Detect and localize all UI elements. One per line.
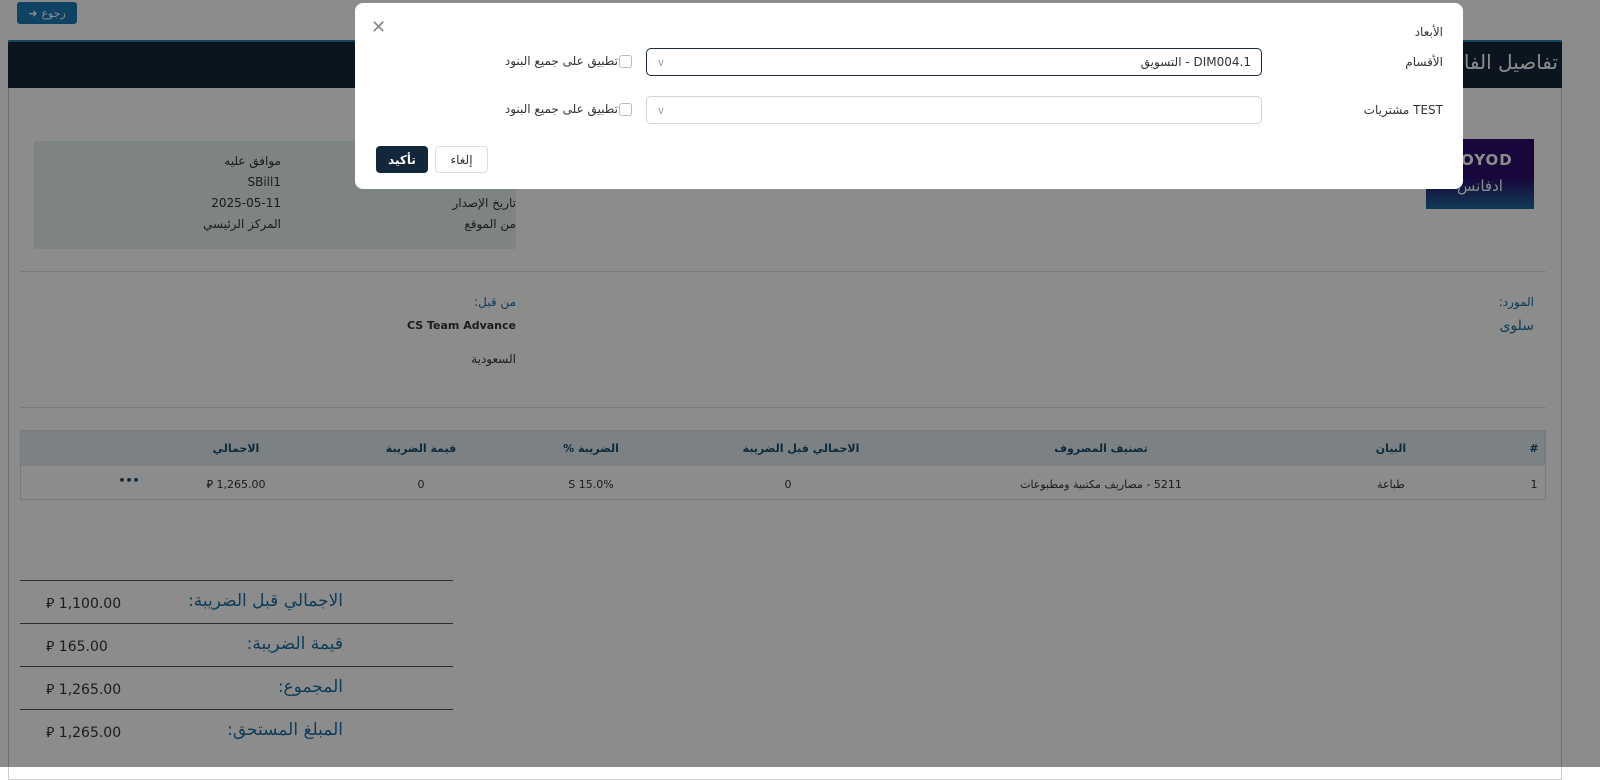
modal-title: الأبعاد [1414, 25, 1443, 39]
apply-all-label: تطبيق على جميع البنود [504, 102, 618, 116]
chevron-down-icon: ∨ [657, 103, 666, 117]
departments-label: الأقسام [1405, 55, 1443, 69]
apply-all-label: تطبيق على جميع البنود [504, 54, 618, 68]
test-purchases-label: TEST مشتريات [1363, 103, 1443, 117]
apply-all-checkbox-departments[interactable] [619, 55, 632, 68]
confirm-button[interactable]: تأكيد [376, 146, 428, 173]
dimensions-modal: الأبعاد ✕ الأقسام DIM004.1 - التسويق ∨ تط… [355, 3, 1463, 189]
close-icon[interactable]: ✕ [371, 17, 386, 38]
departments-value: DIM004.1 - التسويق [1140, 55, 1251, 69]
cancel-button[interactable]: إلغاء [435, 146, 488, 173]
chevron-down-icon: ∨ [657, 55, 666, 69]
test-purchases-select[interactable]: ∨ [646, 96, 1262, 124]
departments-select[interactable]: DIM004.1 - التسويق ∨ [646, 48, 1262, 76]
apply-all-checkbox-test[interactable] [619, 103, 632, 116]
